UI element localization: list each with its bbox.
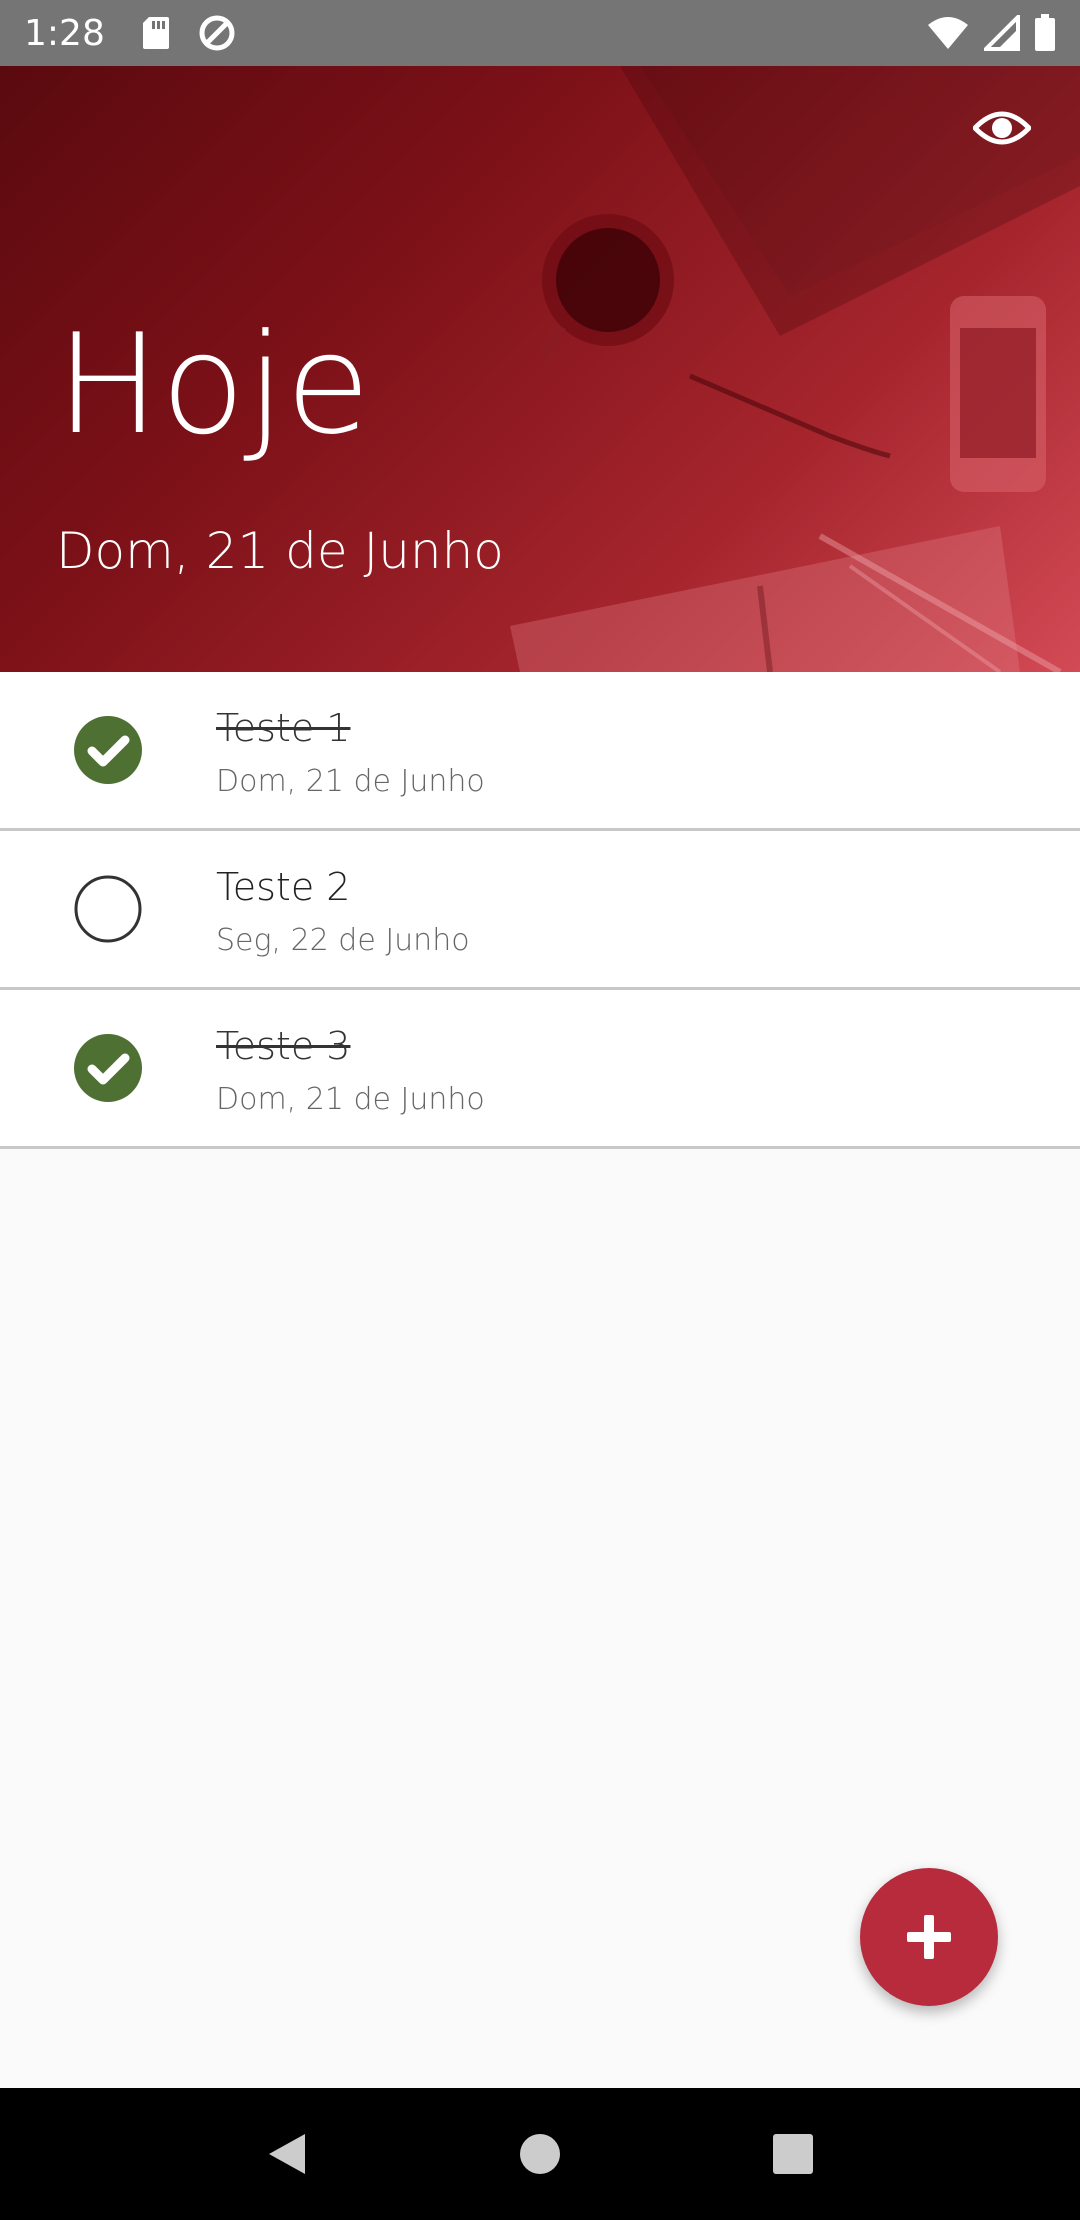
empty-circle-icon <box>74 875 142 943</box>
task-title: Teste 1 <box>216 706 351 750</box>
status-bar: 1:28 <box>0 0 1080 66</box>
page-title: Hoje <box>56 304 372 465</box>
task-date: Dom, 21 de Junho <box>216 1082 485 1117</box>
task-checkbox[interactable] <box>73 874 143 944</box>
recents-button[interactable] <box>753 2114 833 2194</box>
recents-icon <box>773 2134 814 2174</box>
toggle-visibility-button[interactable] <box>970 96 1034 160</box>
task-list: Teste 1 Dom, 21 de Junho Teste 2 Seg, 22… <box>0 672 1080 1149</box>
system-nav-bar <box>0 2088 1080 2220</box>
task-item[interactable]: Teste 2 Seg, 22 de Junho <box>0 831 1080 990</box>
check-circle-icon <box>74 1034 142 1102</box>
check-circle-icon <box>74 716 142 784</box>
task-date: Seg, 22 de Junho <box>216 923 470 958</box>
back-button[interactable] <box>247 2114 327 2194</box>
status-time: 1:28 <box>24 12 105 54</box>
task-item[interactable]: Teste 1 Dom, 21 de Junho <box>0 672 1080 831</box>
back-icon <box>268 2134 305 2174</box>
home-button[interactable] <box>500 2114 580 2194</box>
data-saver-icon <box>197 13 237 53</box>
plus-icon <box>907 1915 951 1959</box>
home-icon <box>519 2134 560 2174</box>
header-date: Dom, 21 de Junho <box>56 522 504 580</box>
task-date: Dom, 21 de Junho <box>216 764 485 799</box>
task-item[interactable]: Teste 3 Dom, 21 de Junho <box>0 990 1080 1149</box>
task-title: Teste 2 <box>216 865 351 909</box>
add-task-button[interactable] <box>860 1868 998 2006</box>
task-checkbox[interactable] <box>73 1033 143 1103</box>
sd-card-icon <box>141 15 171 51</box>
task-checkbox[interactable] <box>73 715 143 785</box>
battery-icon <box>1034 14 1056 52</box>
wifi-icon <box>926 15 970 51</box>
task-title: Teste 3 <box>216 1024 351 1068</box>
signal-icon <box>984 15 1020 51</box>
eye-icon <box>973 111 1031 145</box>
header-banner: Hoje Dom, 21 de Junho <box>0 66 1080 672</box>
